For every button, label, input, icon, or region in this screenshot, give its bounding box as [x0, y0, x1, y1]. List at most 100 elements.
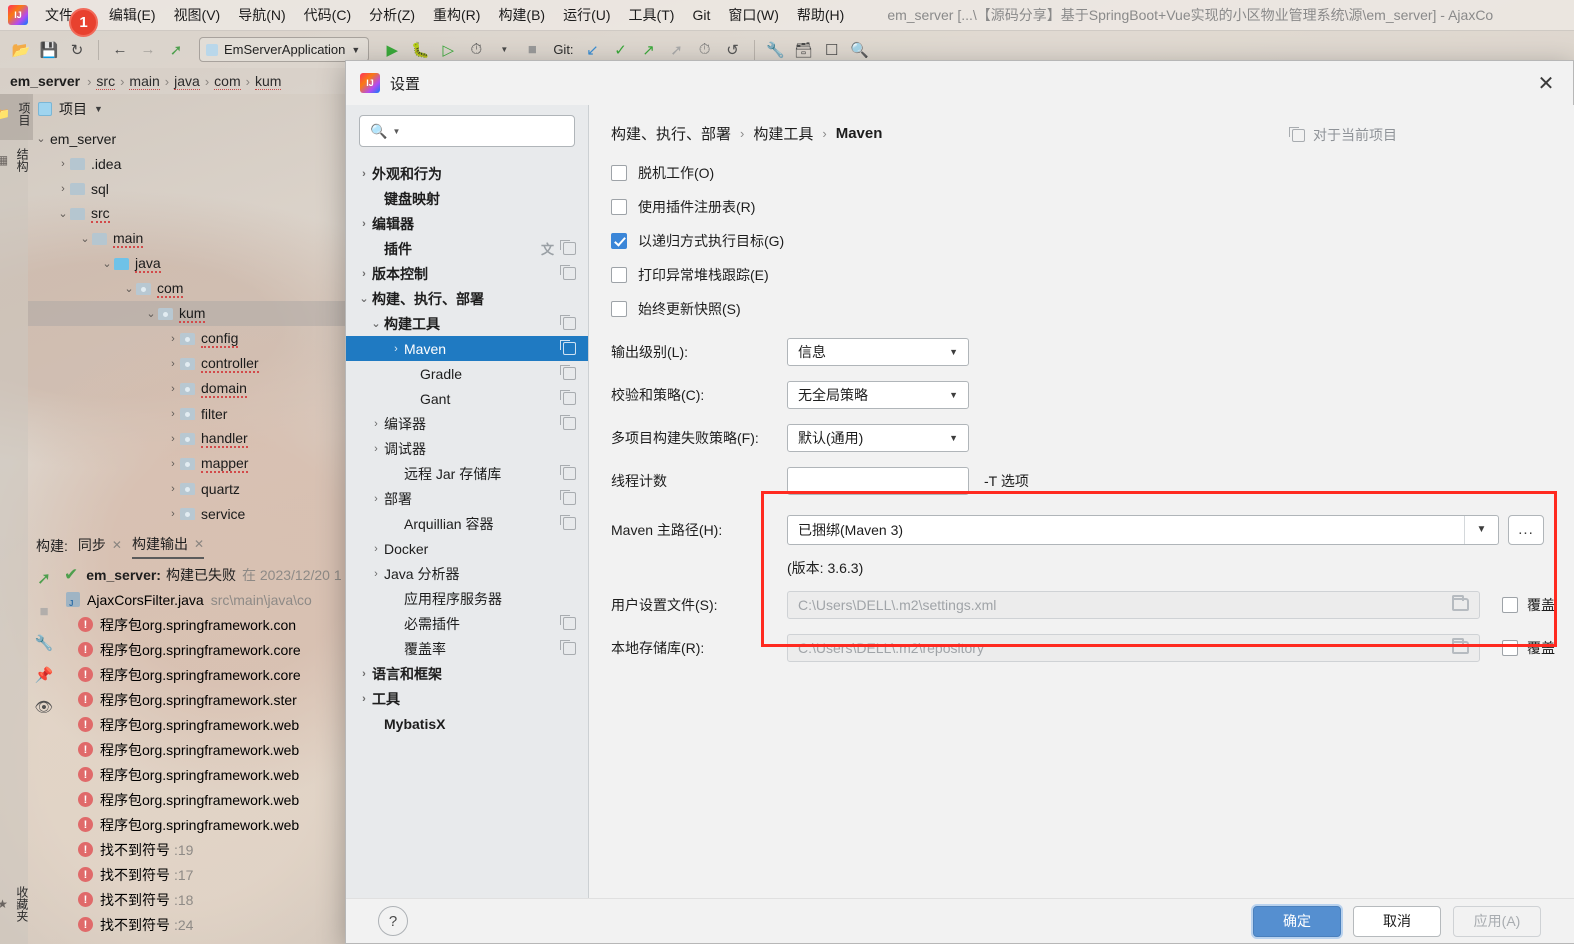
chevron-right-icon[interactable]: ›	[368, 443, 384, 455]
chevron-down-icon[interactable]: ▼	[94, 104, 103, 114]
settings-tree-item-编辑器[interactable]: › 编辑器	[346, 211, 588, 236]
maven-home-combo[interactable]: 已捆绑(Maven 3) ▼	[787, 514, 1499, 545]
thread-count-input[interactable]	[787, 466, 969, 495]
chevron-down-icon[interactable]: ▼	[1464, 515, 1498, 544]
chevron-down-icon[interactable]: ▼	[392, 127, 400, 136]
push-icon[interactable]: ↗	[636, 37, 662, 63]
project-tree-row[interactable]: › handler	[28, 426, 346, 451]
chevron-down-icon[interactable]: ⌄	[78, 232, 92, 245]
chevron-down-icon[interactable]: ▼	[949, 433, 968, 443]
project-tree-row[interactable]: ⌄ main	[28, 226, 346, 251]
project-tree-row[interactable]: › service	[28, 501, 346, 526]
maven-home-browse-button[interactable]: ...	[1508, 514, 1544, 545]
build-output-row[interactable]: ! 程序包org.springframework.web	[60, 737, 346, 762]
commit-icon[interactable]: ✓	[608, 37, 634, 63]
build-output-row[interactable]: ! 程序包org.springframework.web	[60, 712, 346, 737]
save-icon[interactable]: 💾	[36, 37, 62, 63]
debug-icon[interactable]: 🐛	[407, 37, 433, 63]
chevron-right-icon[interactable]: ›	[368, 493, 384, 505]
chevron-down-icon[interactable]: ⌄	[122, 282, 136, 295]
history-icon[interactable]: ⏱	[692, 37, 718, 63]
project-tree-row[interactable]: › domain	[28, 376, 346, 401]
stop-icon[interactable]: ■	[33, 600, 55, 622]
build-output-row[interactable]: ! 程序包org.springframework.ster	[60, 687, 346, 712]
close-icon[interactable]: ✕	[194, 537, 204, 551]
combo-box[interactable]: 默认(通用) ▼	[787, 423, 969, 452]
menu-item-5[interactable]: 分析(Z)	[360, 1, 424, 29]
project-tree-row[interactable]: › config	[28, 326, 346, 351]
combo-box[interactable]: 信息 ▼	[787, 337, 969, 366]
build-output-row[interactable]: ! 程序包org.springframework.web	[60, 787, 346, 812]
chevron-right-icon[interactable]: ›	[388, 343, 404, 355]
checkbox-row[interactable]: 使用插件注册表(R)	[589, 190, 1574, 224]
user-settings-override[interactable]: 覆盖	[1502, 595, 1555, 615]
settings-tree-item-arquillian-容器[interactable]: Arquillian 容器	[346, 511, 588, 536]
settings-tree-item-版本控制[interactable]: › 版本控制	[346, 261, 588, 286]
project-tree-row[interactable]: › controller	[28, 351, 346, 376]
chevron-right-icon[interactable]: ›	[166, 458, 180, 470]
forward-arrow-icon[interactable]: →	[135, 37, 161, 63]
project-tree-row[interactable]: ⌄ java	[28, 251, 346, 276]
project-tree-row[interactable]: › .idea	[28, 151, 346, 176]
chevron-right-icon[interactable]: ›	[166, 483, 180, 495]
checkbox[interactable]	[611, 199, 627, 215]
project-tree-row[interactable]: ⌄ em_server	[28, 126, 346, 151]
build-output-row[interactable]: ! 找不到符号:24	[60, 912, 346, 937]
build-hammer-icon[interactable]: ➚	[163, 37, 189, 63]
settings-tree-item-docker[interactable]: › Docker	[346, 536, 588, 561]
menu-item-2[interactable]: 视图(V)	[165, 1, 230, 29]
menu-item-12[interactable]: 帮助(H)	[788, 1, 853, 29]
user-settings-field[interactable]: C:\Users\DELL\.m2\settings.xml	[787, 590, 1480, 619]
breadcrumb-level-2[interactable]: 构建工具	[753, 123, 813, 144]
settings-tree-item-语言和框架[interactable]: › 语言和框架	[346, 661, 588, 686]
settings-tree-item-java-分析器[interactable]: › Java 分析器	[346, 561, 588, 586]
settings-tree-item-键盘映射[interactable]: 键盘映射	[346, 186, 588, 211]
menu-item-6[interactable]: 重构(R)	[424, 1, 489, 29]
settings-tree-item-必需插件[interactable]: 必需插件	[346, 611, 588, 636]
chevron-right-icon[interactable]: ›	[356, 668, 372, 680]
menu-item-9[interactable]: 工具(T)	[620, 1, 684, 29]
sync-icon[interactable]: ↻	[64, 37, 90, 63]
settings-tree-item-远程-jar-存储库[interactable]: 远程 Jar 存储库	[346, 461, 588, 486]
close-icon[interactable]: ✕	[1533, 70, 1559, 96]
build-hammer-icon[interactable]: ➚	[33, 568, 55, 590]
menu-item-8[interactable]: 运行(U)	[554, 1, 619, 29]
settings-tree-item-mybatisx[interactable]: MybatisX	[346, 711, 588, 736]
undo-icon[interactable]: ↺	[720, 37, 746, 63]
project-structure-icon[interactable]: 🗃	[791, 37, 817, 63]
breadcrumb-level-1[interactable]: 构建、执行、部署	[611, 123, 731, 144]
help-button[interactable]: ?	[378, 906, 408, 936]
menu-item-7[interactable]: 构建(B)	[489, 1, 554, 29]
settings-tree-item-构建工具[interactable]: ⌄ 构建工具	[346, 311, 588, 336]
search-everywhere-icon[interactable]: 🔍	[847, 37, 873, 63]
chevron-down-icon[interactable]: ⌄	[56, 207, 70, 220]
search-input[interactable]	[405, 123, 581, 139]
folder-icon[interactable]	[1452, 595, 1469, 611]
settings-wrench-icon[interactable]: 🔧	[763, 37, 789, 63]
settings-tree-item-外观和行为[interactable]: › 外观和行为	[346, 161, 588, 186]
project-tree-row[interactable]: ⌄ com	[28, 276, 346, 301]
terminal-icon[interactable]: ☐	[819, 37, 845, 63]
run-configuration-selector[interactable]: EmServerApplication ▼	[199, 37, 370, 62]
build-output-row[interactable]: AjaxCorsFilter.java src\main\java\co	[60, 587, 346, 612]
build-output-row[interactable]: ! 找不到符号:19	[60, 837, 346, 862]
chevron-down-icon[interactable]: ⌄	[100, 257, 114, 270]
chevron-down-icon[interactable]: ⌄	[144, 307, 158, 320]
combo-box[interactable]: 无全局策略 ▼	[787, 380, 969, 409]
close-icon[interactable]: ✕	[112, 538, 122, 552]
tab-sync[interactable]: 同步 ✕	[78, 535, 122, 558]
local-repo-field[interactable]: C:\Users\DELL\.m2\repository	[787, 633, 1480, 662]
rail-tab-structure[interactable]: 结构 ▦	[0, 140, 31, 186]
settings-wrench-icon[interactable]: 🔧	[33, 632, 55, 654]
chevron-right-icon[interactable]: ›	[166, 358, 180, 370]
checkbox[interactable]	[611, 267, 627, 283]
stop-icon[interactable]: ■	[519, 37, 545, 63]
menu-item-3[interactable]: 导航(N)	[229, 1, 294, 29]
open-icon[interactable]: 📂	[8, 37, 34, 63]
checkbox-row[interactable]: 始终更新快照(S)	[589, 292, 1574, 326]
chevron-right-icon[interactable]: ›	[356, 268, 372, 280]
settings-tree-item-构建、执行、部署[interactable]: ⌄ 构建、执行、部署	[346, 286, 588, 311]
breadcrumb-root[interactable]: em_server	[10, 73, 80, 89]
chevron-right-icon[interactable]: ›	[368, 568, 384, 580]
folder-icon[interactable]	[1452, 638, 1469, 654]
